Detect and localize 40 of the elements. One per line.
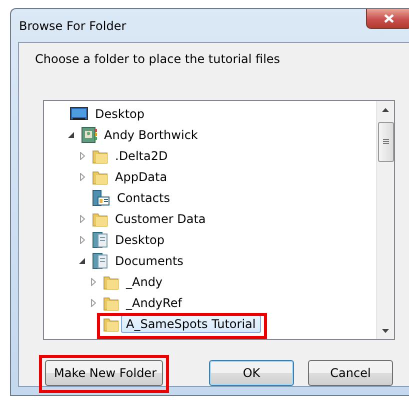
library-icon [92,232,108,248]
folder-icon [103,294,119,310]
tree-item[interactable]: .Delta2D [110,146,173,164]
scroll-down-icon[interactable] [382,328,389,332]
close-icon[interactable] [384,14,394,23]
dialog-button[interactable]: Cancel [308,360,393,386]
tree-item[interactable]: Desktop [90,104,150,122]
tree-item[interactable]: Customer Data [110,210,211,228]
collapsed-arrow-icon[interactable] [90,298,96,306]
tree-item[interactable]: Contacts [112,188,175,206]
tree-item[interactable]: AppData [110,168,172,186]
tree-item[interactable]: Documents [110,252,188,270]
folder-icon [103,274,119,290]
contact-book-icon [81,126,97,142]
collapsed-arrow-icon[interactable] [90,278,96,286]
expanded-arrow-icon[interactable] [68,132,74,138]
folder-icon [92,210,108,226]
folder-icon [92,148,108,164]
library-icon [92,252,108,268]
collapsed-arrow-icon[interactable] [80,152,84,160]
tree-item[interactable]: _Andy [121,272,168,290]
window-title: Browse For Folder [19,18,126,32]
scroll-up-icon[interactable] [382,108,389,112]
collapsed-arrow-icon[interactable] [80,236,84,244]
folder-icon [92,168,108,184]
tree-item[interactable]: Andy Borthwick [99,126,203,144]
close-button[interactable] [366,9,409,29]
expanded-arrow-icon[interactable] [79,258,85,264]
dialog-button[interactable]: OK [209,360,294,386]
contact-card-icon [92,190,110,206]
collapsed-arrow-icon[interactable] [80,214,84,222]
prompt-text: Choose a folder to place the tutorial files [35,52,282,68]
dialog-button[interactable]: Make New Folder [45,360,163,386]
collapsed-arrow-icon[interactable] [80,172,84,180]
tree-item[interactable]: _AndyRef [121,294,187,312]
tree-item[interactable]: Desktop [110,230,170,248]
scrollbar[interactable] [376,101,394,339]
folder-icon [103,316,119,332]
monitor-icon [70,106,88,120]
scroll-thumb[interactable] [378,122,394,162]
